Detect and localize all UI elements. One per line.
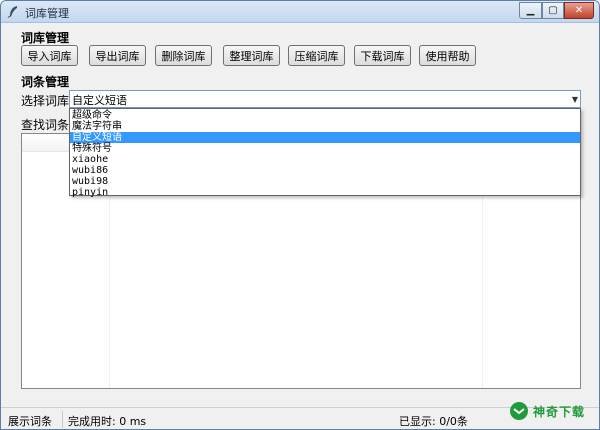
library-section-title: 词库管理 xyxy=(21,31,70,45)
delete-library-button[interactable]: 删除词库 xyxy=(155,45,212,66)
app-window: 词库管理 ▁ ▢ ✕ 词库管理 导入词库 导出词库 删除词库 整理词库 压缩词库… xyxy=(0,0,600,430)
import-library-button[interactable]: 导入词库 xyxy=(21,45,78,66)
dropdown-option[interactable]: wubi86 xyxy=(70,165,580,176)
dropdown-option[interactable]: pinyin xyxy=(70,187,580,198)
window-title: 词库管理 xyxy=(25,7,69,20)
status-shown-count: 已显示: 0/0条 xyxy=(399,415,468,428)
minimize-icon: ▁ xyxy=(526,4,535,16)
library-dropdown-list[interactable]: 超级命令 魔法字符串 自定义短语 特殊符号 xiaohe wubi86 wubi… xyxy=(69,108,581,198)
status-mode: 展示词条 xyxy=(8,415,52,428)
close-button[interactable]: ✕ xyxy=(564,2,594,19)
app-feather-icon xyxy=(7,6,17,18)
help-button[interactable]: 使用帮助 xyxy=(419,45,476,66)
entry-section-title: 词条管理 xyxy=(21,75,70,89)
select-library-label: 选择词库 xyxy=(21,94,70,108)
watermark-text: 神奇下载 xyxy=(533,404,586,419)
dropdown-option[interactable]: 超级命令 xyxy=(70,110,580,121)
close-icon: ✕ xyxy=(574,4,584,16)
watermark-logo-icon xyxy=(510,402,528,420)
dropdown-option[interactable]: 特殊符号 xyxy=(70,143,580,154)
maximize-button[interactable]: ▢ xyxy=(542,2,564,19)
dropdown-option[interactable]: wubi98 xyxy=(70,176,580,187)
download-library-button[interactable]: 下载词库 xyxy=(354,45,411,66)
dropdown-arrow-icon[interactable]: ▼ xyxy=(572,95,578,104)
status-divider xyxy=(62,411,63,428)
title-bar[interactable]: 词库管理 ▁ ▢ ✕ xyxy=(1,1,599,23)
maximize-icon: ▢ xyxy=(548,4,558,16)
organize-library-button[interactable]: 整理词库 xyxy=(223,45,280,66)
dropdown-option-selected[interactable]: 自定义短语 xyxy=(70,132,580,143)
dropdown-option[interactable]: xiaohe xyxy=(70,154,580,165)
minimize-button[interactable]: ▁ xyxy=(519,2,542,19)
library-select[interactable]: 自定义短语 ▼ xyxy=(69,90,581,108)
search-entry-label: 查找词条 xyxy=(21,118,70,132)
export-library-button[interactable]: 导出词库 xyxy=(89,45,146,66)
dropdown-option[interactable]: 魔法字符串 xyxy=(70,121,580,132)
site-watermark: 神奇下载 xyxy=(509,399,599,423)
status-elapsed-time: 完成用时: 0 ms xyxy=(68,415,147,428)
compress-library-button[interactable]: 压缩词库 xyxy=(288,45,345,66)
library-select-value: 自定义短语 xyxy=(72,94,127,107)
